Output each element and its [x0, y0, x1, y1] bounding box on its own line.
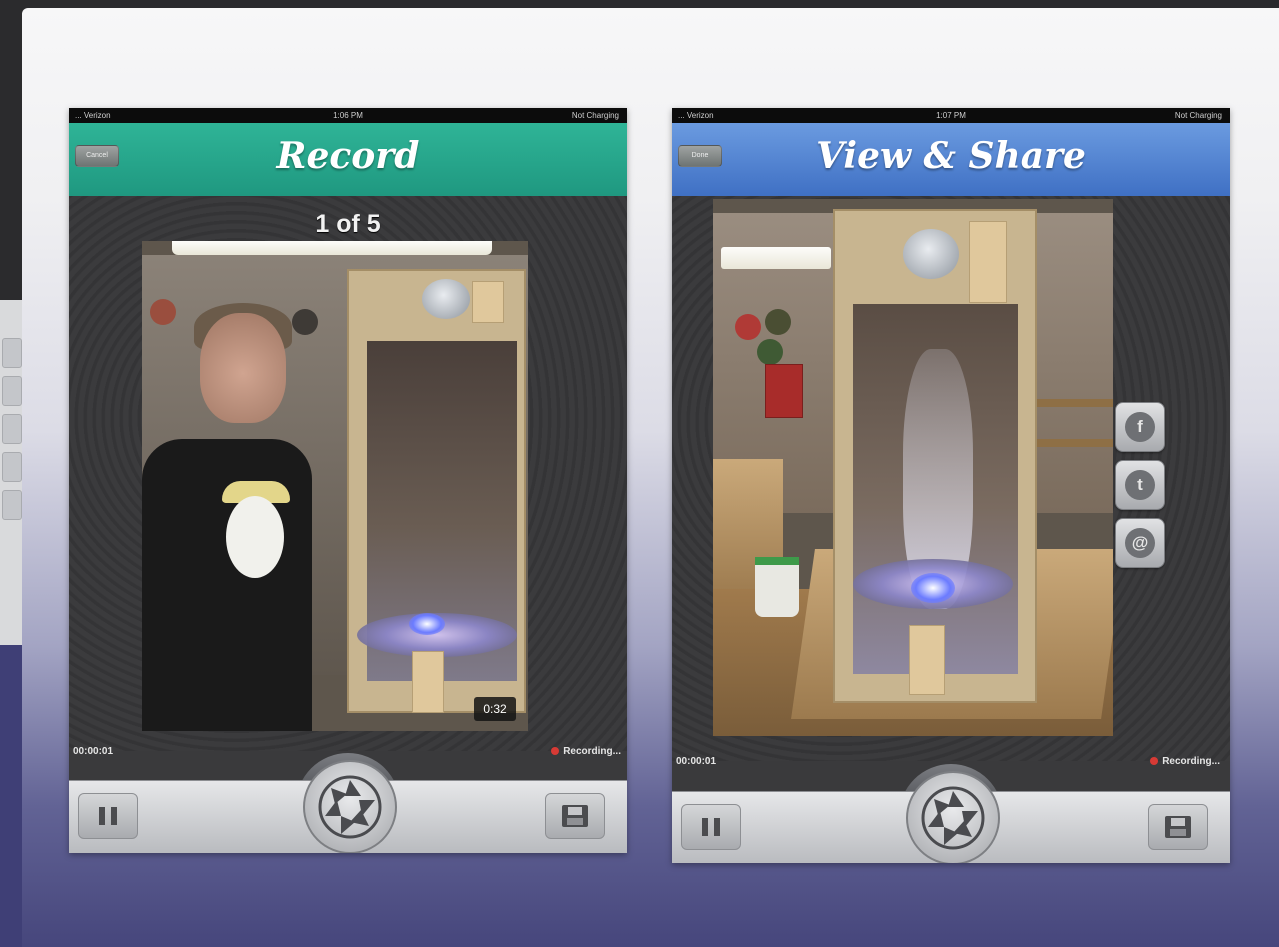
battery-label: Not Charging	[571, 111, 619, 120]
shelf	[1033, 439, 1113, 447]
ceiling-light	[721, 247, 831, 269]
fan	[422, 279, 470, 319]
background-sidebar-button	[2, 414, 22, 444]
recording-status: Recording...	[1150, 756, 1220, 767]
clip-counter: 1 of 5	[315, 210, 381, 238]
shutter-button[interactable]	[906, 771, 1000, 863]
clock-label: 1:06 PM	[333, 111, 363, 120]
background-sidebar-button	[2, 376, 22, 406]
aperture-icon	[921, 786, 985, 850]
facebook-icon: f	[1125, 412, 1155, 442]
stand-block	[412, 651, 444, 713]
page-title: View & Share	[816, 135, 1086, 177]
ceiling-light	[172, 241, 492, 255]
pause-button[interactable]	[681, 804, 741, 850]
video-duration: 0:32	[474, 697, 516, 721]
save-button[interactable]	[545, 793, 605, 839]
record-screen: ... Verizon 1:06 PM Not Charging Cancel …	[69, 108, 627, 853]
wall-hat	[757, 339, 783, 365]
background-desktop	[0, 645, 24, 947]
birdhouse	[765, 364, 803, 418]
pause-icon	[702, 818, 720, 836]
twitter-share-button[interactable]: t	[1115, 460, 1165, 510]
pause-icon	[99, 807, 117, 825]
shirt-logo	[226, 496, 284, 578]
wall-hat	[292, 309, 318, 335]
shutter-button[interactable]	[303, 760, 397, 853]
recording-label: Recording...	[1162, 756, 1220, 767]
recording-dot-icon	[1150, 757, 1159, 765]
twitter-icon: t	[1125, 470, 1155, 500]
email-share-button[interactable]: @	[1115, 518, 1165, 568]
video-preview[interactable]: 0:32	[142, 241, 528, 731]
background-sidebar-button	[2, 490, 22, 520]
wall-hat	[765, 309, 791, 335]
timecode: 00:00:01	[676, 756, 717, 767]
background-window-sidebar	[0, 300, 24, 645]
save-icon	[1165, 816, 1191, 838]
clock-label: 1:07 PM	[936, 111, 966, 120]
wall-hat	[735, 314, 761, 340]
recording-label: Recording...	[563, 746, 621, 757]
person-face	[200, 313, 286, 423]
light-glow	[911, 573, 955, 603]
timecode: 00:00:01	[73, 746, 114, 757]
recording-dot-icon	[551, 747, 560, 755]
photo-preview[interactable]	[713, 199, 1113, 736]
light-glow	[409, 613, 445, 635]
page-title: Record	[276, 135, 420, 177]
person	[142, 439, 312, 731]
email-icon: @	[1125, 528, 1155, 558]
nav-bar: Cancel Record	[69, 123, 627, 196]
facebook-share-button[interactable]: f	[1115, 402, 1165, 452]
wood-block	[969, 221, 1007, 303]
wood-block	[472, 281, 504, 323]
aperture-icon	[318, 775, 382, 839]
share-buttons: f t @	[1115, 402, 1165, 576]
save-button[interactable]	[1148, 804, 1208, 850]
fan	[903, 229, 959, 279]
recording-status: Recording...	[551, 746, 621, 757]
pause-button[interactable]	[78, 793, 138, 839]
status-bar: ... Verizon 1:06 PM Not Charging	[69, 108, 627, 123]
status-bar: ... Verizon 1:07 PM Not Charging	[672, 108, 1230, 123]
shelf	[1033, 399, 1113, 407]
wall-hat	[150, 299, 176, 325]
save-icon	[562, 805, 588, 827]
nav-bar: Done View & Share	[672, 123, 1230, 196]
paint-bucket	[755, 557, 799, 617]
stand-block	[909, 625, 945, 695]
battery-label: Not Charging	[1174, 111, 1222, 120]
background-sidebar-button	[2, 338, 22, 368]
background-sidebar-button	[2, 452, 22, 482]
